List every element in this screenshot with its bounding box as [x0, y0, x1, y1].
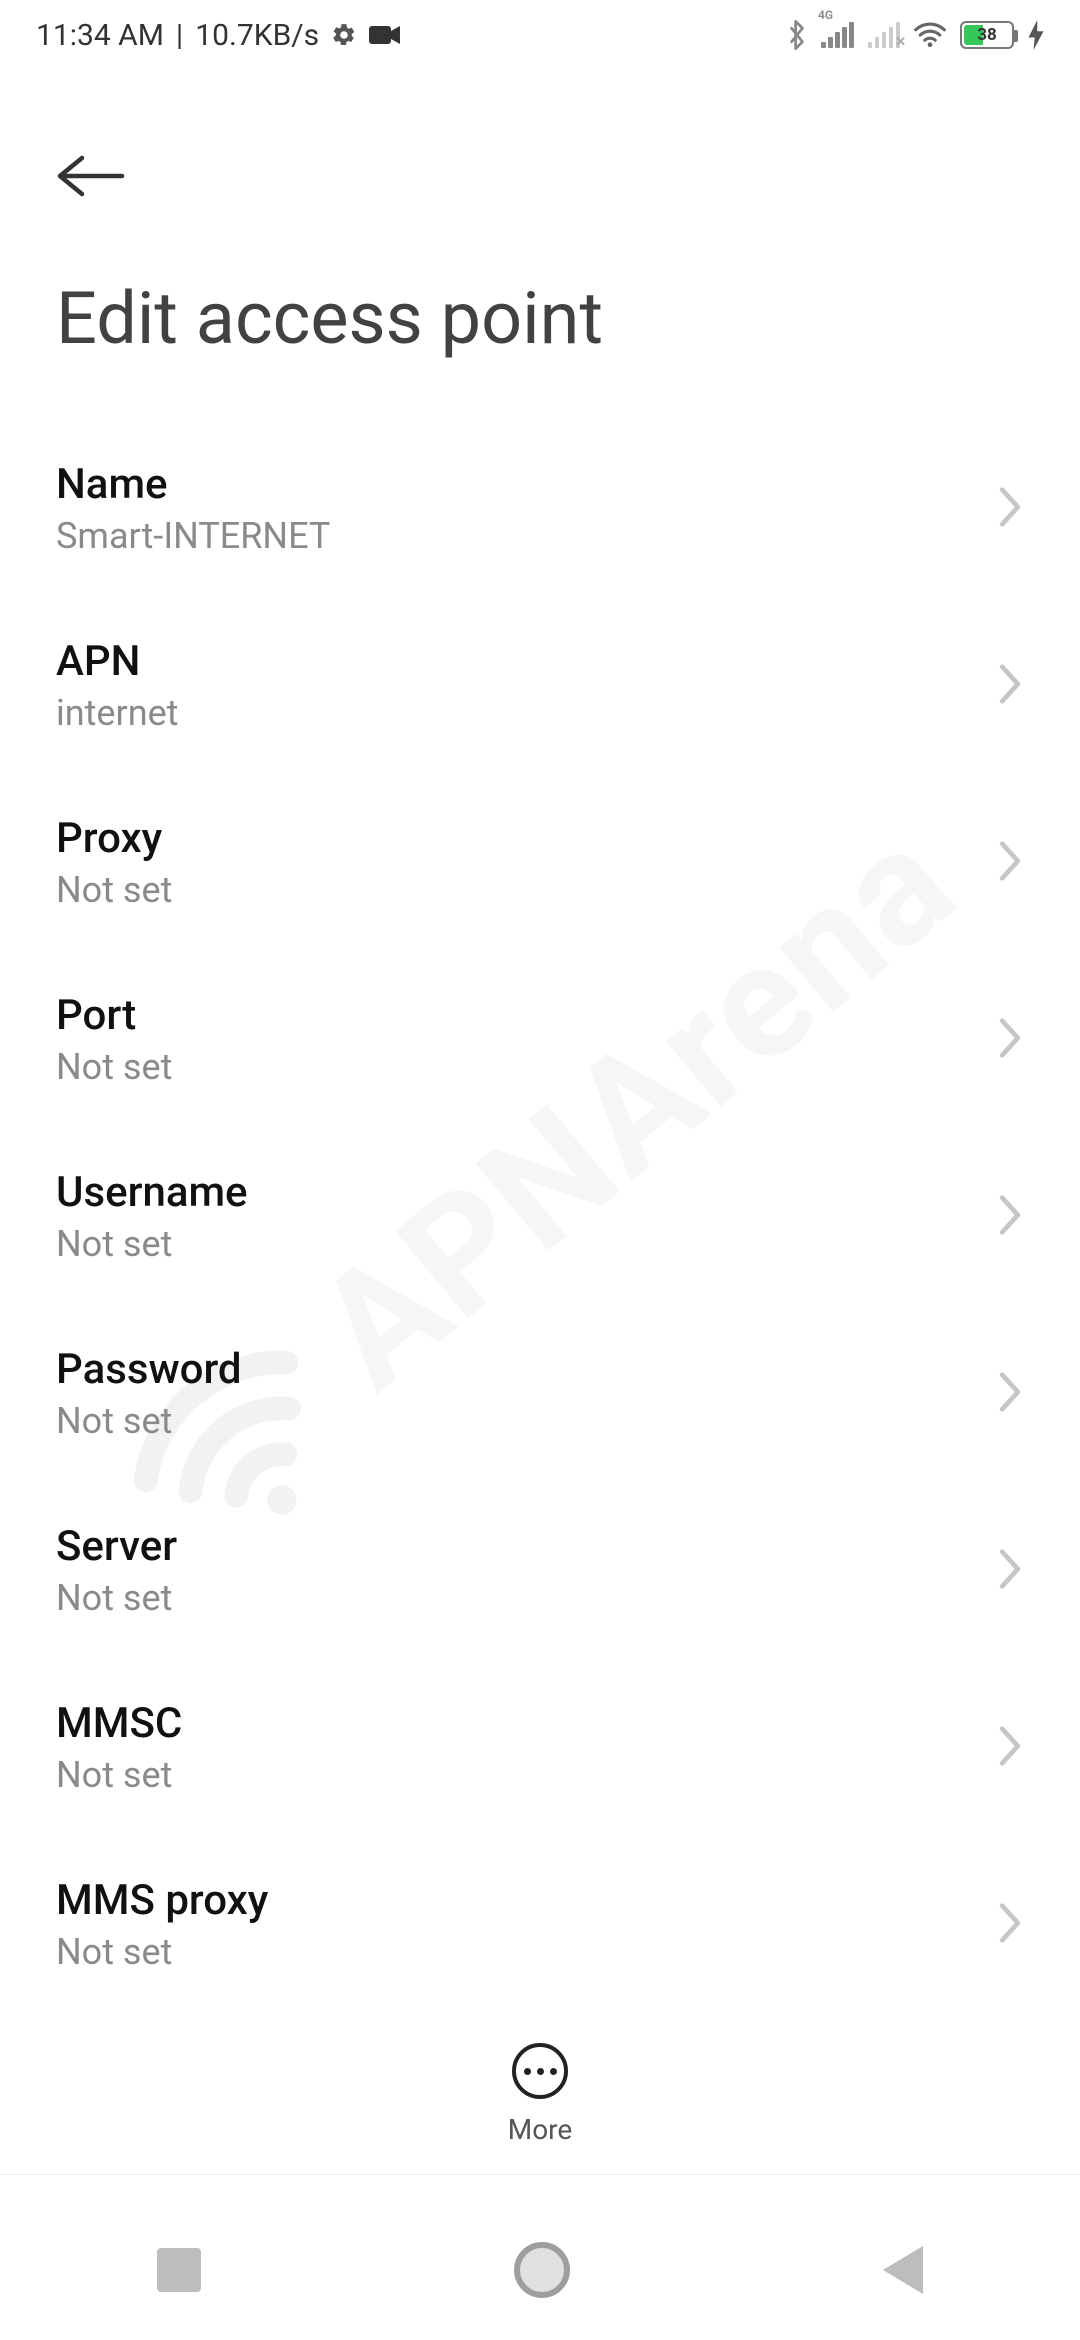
setting-label: MMS proxy — [56, 1876, 268, 1925]
setting-label: APN — [56, 637, 178, 686]
setting-value: internet — [56, 692, 178, 734]
chevron-right-icon — [996, 1724, 1024, 1772]
camera-icon — [369, 24, 401, 46]
setting-label: Password — [56, 1345, 242, 1394]
back-button[interactable] — [52, 187, 130, 206]
more-label: More — [508, 2113, 573, 2146]
chevron-right-icon — [996, 1016, 1024, 1064]
signal-sim2-icon: ✕ — [868, 22, 901, 48]
wifi-icon — [914, 22, 946, 48]
page-title: Edit access point — [56, 276, 603, 361]
bluetooth-icon — [787, 20, 807, 50]
setting-value: Not set — [56, 1046, 172, 1088]
status-separator: | — [176, 18, 183, 53]
setting-row-mmsc[interactable]: MMSC Not set — [0, 1659, 1080, 1836]
setting-value: Smart-INTERNET — [56, 515, 330, 557]
more-button[interactable] — [512, 2043, 568, 2099]
setting-label: Port — [56, 991, 172, 1040]
setting-row-name[interactable]: Name Smart-INTERNET — [0, 420, 1080, 597]
chevron-right-icon — [996, 1547, 1024, 1595]
nav-back-button[interactable] — [883, 2246, 923, 2294]
charging-icon — [1028, 20, 1044, 50]
setting-value: Not set — [56, 1400, 242, 1442]
chevron-right-icon — [996, 662, 1024, 710]
gear-icon — [331, 22, 357, 48]
more-dots-icon — [524, 2068, 557, 2075]
setting-label: Username — [56, 1168, 248, 1217]
signal-sim1-icon: 4G — [821, 22, 854, 48]
setting-value: Not set — [56, 1931, 268, 1973]
chevron-right-icon — [996, 1193, 1024, 1241]
battery-percent: 38 — [962, 25, 1012, 45]
chevron-right-icon — [996, 1370, 1024, 1418]
setting-value: Not set — [56, 1577, 177, 1619]
setting-row-port[interactable]: Port Not set — [0, 951, 1080, 1128]
setting-value: Not set — [56, 1223, 248, 1265]
system-navigation-bar — [0, 2200, 1080, 2340]
setting-row-proxy[interactable]: Proxy Not set — [0, 774, 1080, 951]
battery-icon: 38 — [960, 21, 1014, 49]
nav-home-button[interactable] — [514, 2242, 570, 2298]
setting-row-username[interactable]: Username Not set — [0, 1128, 1080, 1305]
setting-label: MMSC — [56, 1699, 182, 1748]
setting-value: Not set — [56, 869, 172, 911]
chevron-right-icon — [996, 839, 1024, 887]
status-network-speed: 10.7KB/s — [195, 18, 319, 53]
setting-row-apn[interactable]: APN internet — [0, 597, 1080, 774]
more-tray: More — [0, 2015, 1080, 2175]
setting-row-server[interactable]: Server Not set — [0, 1482, 1080, 1659]
status-bar: 11:34 AM | 10.7KB/s 4G ✕ 38 — [0, 0, 1080, 70]
nav-recent-button[interactable] — [157, 2248, 201, 2292]
chevron-right-icon — [996, 485, 1024, 533]
status-time: 11:34 AM — [36, 18, 164, 53]
setting-row-password[interactable]: Password Not set — [0, 1305, 1080, 1482]
setting-label: Server — [56, 1522, 177, 1571]
setting-value: Not set — [56, 1754, 182, 1796]
chevron-right-icon — [996, 1901, 1024, 1949]
setting-label: Name — [56, 460, 330, 509]
setting-label: Proxy — [56, 814, 172, 863]
setting-row-mms-proxy[interactable]: MMS proxy Not set — [0, 1836, 1080, 2013]
